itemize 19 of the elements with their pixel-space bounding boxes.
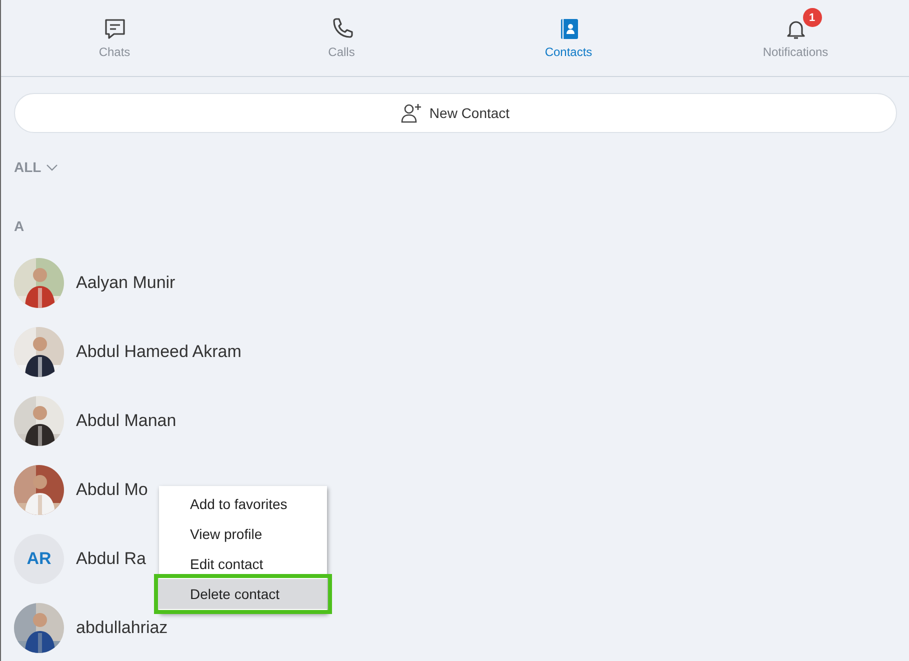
chat-icon: [102, 17, 126, 41]
tab[interactable]: 1 Notifications: [682, 0, 909, 76]
section-letter: A: [14, 218, 26, 234]
menu-item[interactable]: Edit contact: [159, 549, 327, 579]
contact-name[interactable]: Abdul Ra: [76, 548, 146, 568]
chevron-down-icon: [46, 164, 58, 170]
menu-item[interactable]: View profile: [159, 519, 327, 549]
menu-item[interactable]: Delete contact: [159, 579, 327, 609]
notification-badge: 1: [802, 8, 822, 27]
avatar-initials: AR: [14, 534, 64, 584]
contact-name[interactable]: abdullahriaz: [76, 618, 168, 638]
contact-name[interactable]: Abdul Mo: [76, 480, 148, 500]
contact-name[interactable]: Aalyan Munir: [76, 272, 176, 292]
tab[interactable]: Contacts: [455, 0, 682, 76]
new-contact-button[interactable]: New Contact: [14, 93, 897, 133]
contact-name[interactable]: Abdul Manan: [76, 410, 176, 430]
contact-name[interactable]: Abdul Hameed Akram: [76, 342, 242, 362]
menu-item[interactable]: Add to favorites: [159, 489, 327, 519]
add-person-icon: [401, 103, 424, 123]
